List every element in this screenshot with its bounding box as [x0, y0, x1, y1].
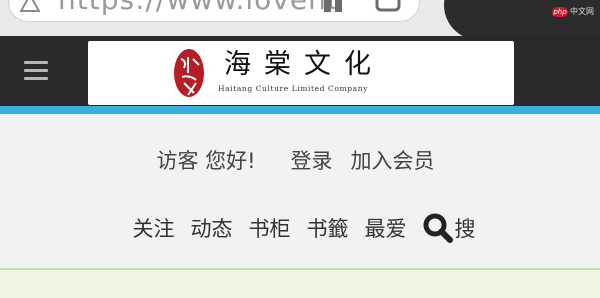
- nav-bookshelf[interactable]: 书柜: [249, 213, 291, 243]
- nav-activity[interactable]: 动态: [191, 213, 233, 243]
- main-content: 访客 您好! 登录 加入会员 关注 动态 书柜 书籤 最爱 搜: [0, 114, 600, 298]
- address-text[interactable]: https://www.lovehtbe: [58, 0, 340, 18]
- greeting-text: 访客 您好!: [156, 149, 256, 173]
- tabs-icon[interactable]: [374, 0, 402, 14]
- site-logo[interactable]: 海棠文化 Haitang Culture Limited Company: [88, 41, 514, 105]
- watermark: php 中文网: [552, 6, 594, 18]
- site-header: 海棠文化 Haitang Culture Limited Company: [0, 36, 600, 106]
- user-nav: 关注 动态 书柜 书籤 最爱 搜: [0, 212, 600, 244]
- watermark-logo: php: [552, 7, 568, 17]
- hamburger-menu-icon[interactable]: [24, 61, 48, 81]
- search-icon: [423, 213, 453, 243]
- warning-icon: [20, 0, 40, 12]
- notice-panel: [0, 268, 600, 298]
- register-link[interactable]: 加入会员: [351, 145, 435, 175]
- search-label: 搜: [454, 217, 476, 241]
- nav-bookmarks[interactable]: 书籤: [307, 213, 349, 243]
- share-icon[interactable]: [322, 0, 344, 12]
- nav-follow[interactable]: 关注: [133, 213, 175, 243]
- browser-toolbar: https://www.lovehtbe php 中文网: [0, 0, 600, 40]
- welcome-bar: 访客 您好! 登录 加入会员: [0, 146, 600, 174]
- login-link[interactable]: 登录: [291, 145, 333, 175]
- watermark-text: 中文网: [570, 7, 594, 16]
- search-button[interactable]: 搜: [423, 213, 476, 243]
- header-divider: [0, 106, 600, 114]
- nav-favorites[interactable]: 最爱: [365, 213, 407, 243]
- logo-subtitle: Haitang Culture Limited Company: [218, 84, 368, 93]
- seal-icon: [174, 49, 204, 97]
- logo-title: 海棠文化: [224, 49, 384, 80]
